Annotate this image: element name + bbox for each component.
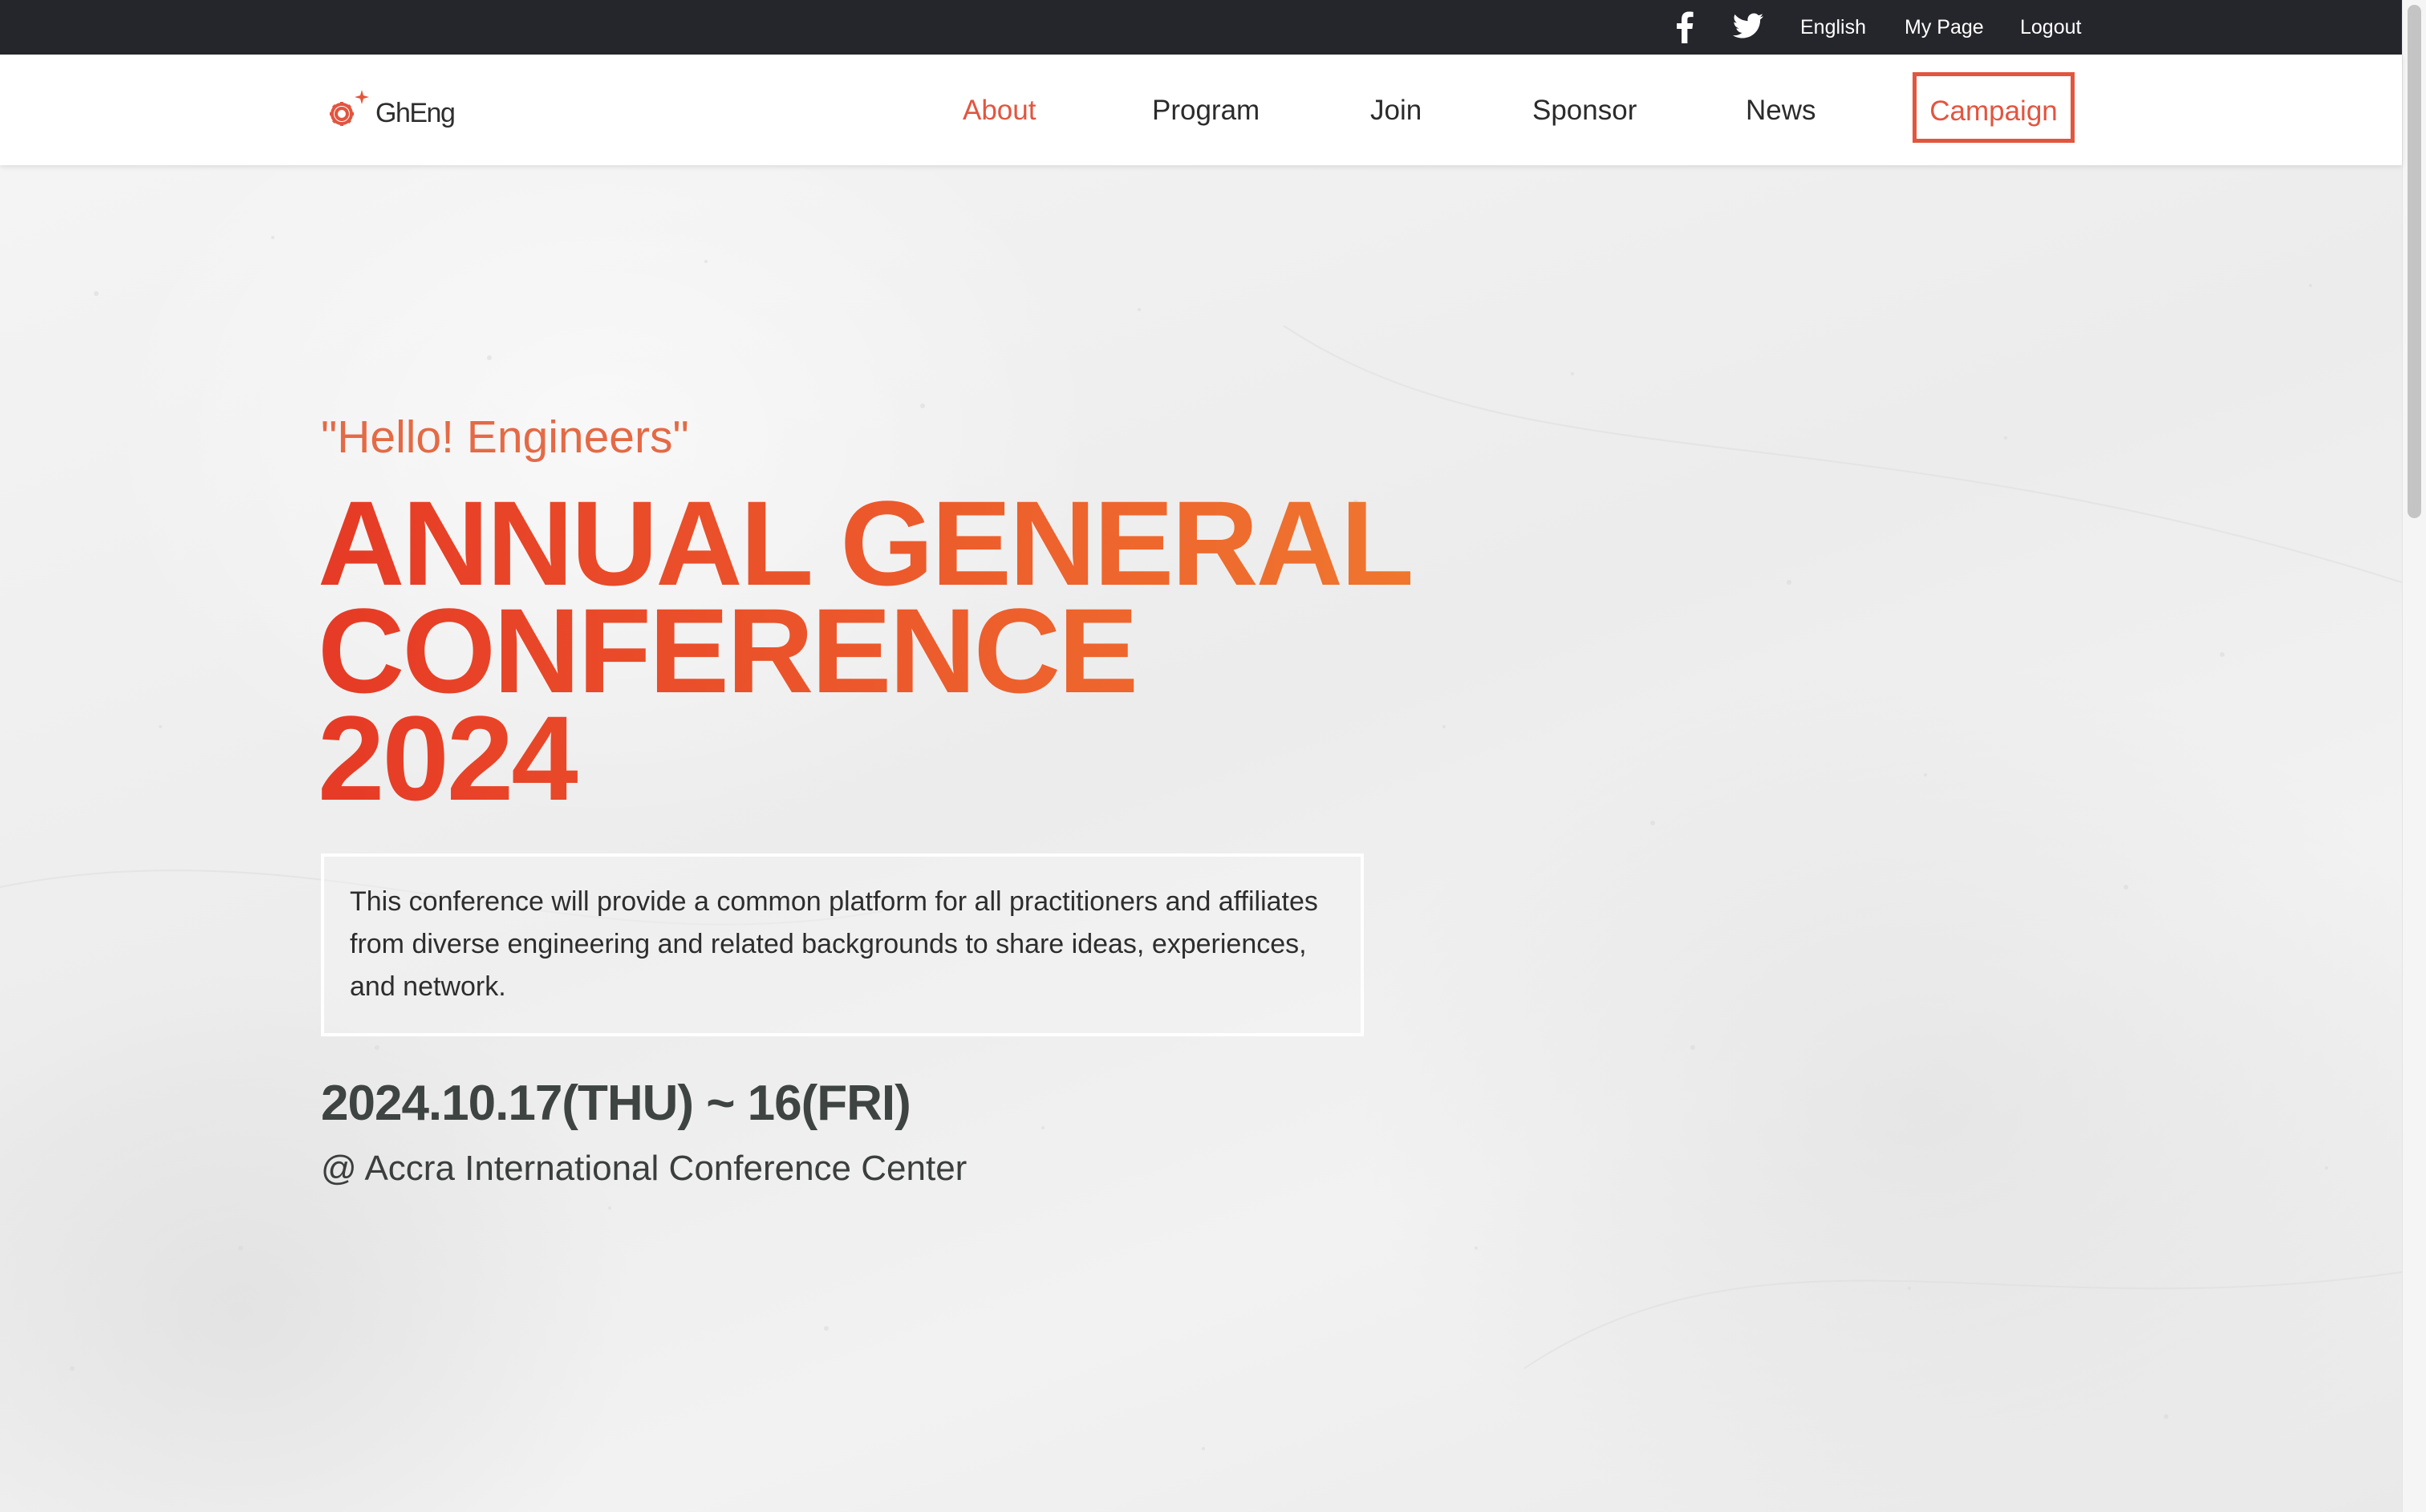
gear-logo-icon [330,90,369,126]
twitter-icon[interactable] [1733,13,1763,40]
hero-title: ANNUAL GENERAL CONFERENCE 2024 [318,489,1481,812]
hero-title-line-1: ANNUAL GENERAL [318,476,1412,610]
nav-item-join[interactable]: Join [1370,93,1422,128]
my-page-link[interactable]: My Page [1905,11,1984,43]
event-venue: @ Accra International Conference Center [321,1149,968,1188]
logout-link[interactable]: Logout [2020,11,2081,43]
nav-item-news[interactable]: News [1746,93,1816,128]
hero-section: "Hello! Engineers" ANNUAL GENERAL CONFER… [0,165,2402,1512]
top-utility-bar: English My Page Logout [0,0,2402,55]
nav-item-campaign[interactable]: Campaign [1913,72,2075,143]
nav-item-sponsor[interactable]: Sponsor [1532,93,1637,128]
hero-title-line-2: CONFERENCE [318,583,1137,718]
facebook-icon[interactable] [1672,11,1696,43]
page-scrollbar[interactable] [2402,0,2426,1512]
hero-greeting: "Hello! Engineers" [321,411,689,463]
language-link[interactable]: English [1800,11,1866,43]
main-navbar: GhEng About Program Join Sponsor News Ca… [0,55,2402,165]
stone-texture-background [0,236,2402,1450]
site-logo[interactable]: GhEng [323,85,483,138]
hero-description: This conference will provide a common pl… [321,853,1364,1036]
event-dates: 2024.10.17(THU) ~ 16(FRI) [321,1076,911,1131]
logo-text: GhEng [375,98,456,128]
nav-item-about[interactable]: About [963,93,1036,128]
nav-item-program[interactable]: Program [1152,93,1260,128]
hero-title-line-3: 2024 [318,691,576,825]
scrollbar-thumb[interactable] [2408,5,2421,518]
